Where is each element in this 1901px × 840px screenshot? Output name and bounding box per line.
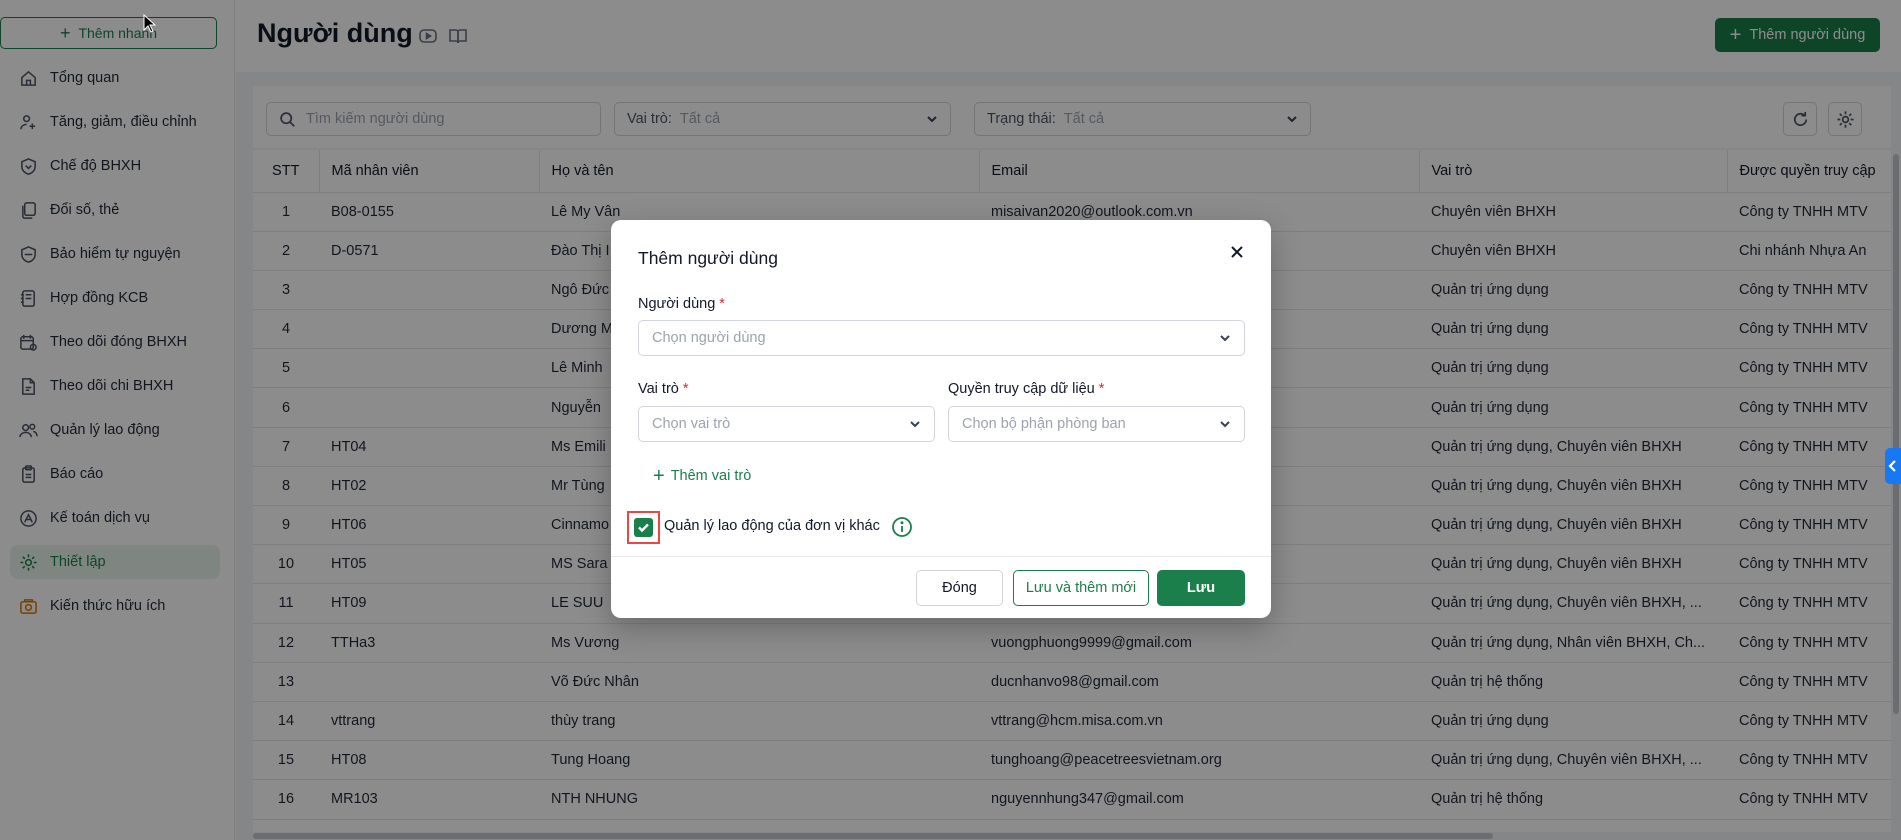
check-icon [638,523,649,533]
add-role-button[interactable]: + Thêm vai trò [653,466,751,486]
manage-other-label[interactable]: Quản lý lao động của đơn vị khác [664,518,880,534]
highlight-box [627,511,660,544]
required-mark: * [682,381,689,397]
role-select-placeholder: Chọn vai trò [652,416,731,432]
required-mark: * [719,296,725,312]
role-field-label: Vai trò * [638,381,689,397]
user-select[interactable]: Chọn người dùng [638,320,1245,356]
chevron-left-icon [1888,460,1896,472]
save-button[interactable]: Lưu [1157,570,1245,606]
role-select[interactable]: Chọn vai trò [638,406,935,442]
close-icon [1231,246,1243,258]
role-label-text: Vai trò [638,381,679,397]
info-icon[interactable] [891,516,913,538]
chevron-down-icon [1220,335,1230,342]
add-role-label: Thêm vai trò [670,468,752,484]
department-select-placeholder: Chọn bộ phận phòng ban [962,416,1126,432]
required-mark: * [1098,381,1105,397]
chevron-down-icon [1220,421,1230,428]
user-field-label: Người dùng * [638,296,725,312]
side-panel-toggle[interactable] [1885,448,1901,484]
plus-icon: + [653,465,665,487]
close-dialog-button[interactable] [1225,240,1249,264]
user-label-text: Người dùng [638,296,716,312]
dialog-footer-divider [611,556,1271,557]
save-and-new-button[interactable]: Lưu và thêm mới [1013,570,1149,606]
access-label-text: Quyền truy cập dữ liệu [948,381,1095,397]
mouse-cursor [143,13,157,38]
cancel-button[interactable]: Đóng [916,570,1003,606]
user-select-placeholder: Chọn người dùng [652,330,766,346]
manage-other-checkbox[interactable] [634,518,653,537]
dialog-title: Thêm người dùng [638,248,778,268]
chevron-down-icon [910,421,920,428]
add-user-dialog: Thêm người dùng Người dùng * Chọn người … [611,220,1271,618]
access-field-label: Quyền truy cập dữ liệu * [948,381,1104,397]
department-select[interactable]: Chọn bộ phận phòng ban [948,406,1245,442]
